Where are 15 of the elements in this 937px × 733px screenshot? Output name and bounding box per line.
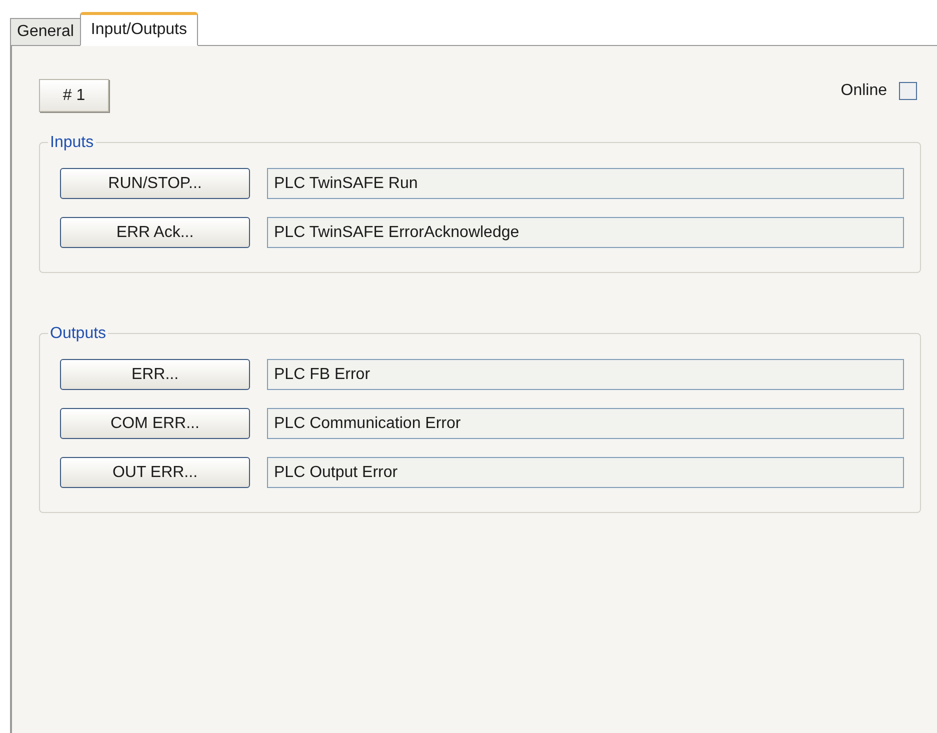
online-checkbox[interactable]: [899, 82, 917, 100]
tab[interactable]: Input/Outputs: [80, 12, 198, 46]
mapping-button[interactable]: COM ERR...: [60, 408, 250, 439]
variable-field[interactable]: PLC TwinSAFE ErrorAcknowledge: [267, 217, 904, 248]
tab[interactable]: General: [10, 18, 81, 46]
variable-field[interactable]: PLC TwinSAFE Run: [267, 168, 904, 199]
instance-button[interactable]: # 1: [39, 79, 109, 112]
mapping-button[interactable]: ERR Ack...: [60, 217, 250, 248]
variable-field[interactable]: PLC Output Error: [267, 457, 904, 488]
mapping-button[interactable]: ERR...: [60, 359, 250, 390]
variable-field[interactable]: PLC Communication Error: [267, 408, 904, 439]
variable-field[interactable]: PLC FB Error: [267, 359, 904, 390]
mapping-button[interactable]: RUN/STOP...: [60, 168, 250, 199]
mapping-button[interactable]: OUT ERR...: [60, 457, 250, 488]
online-label: Online: [840, 81, 887, 101]
